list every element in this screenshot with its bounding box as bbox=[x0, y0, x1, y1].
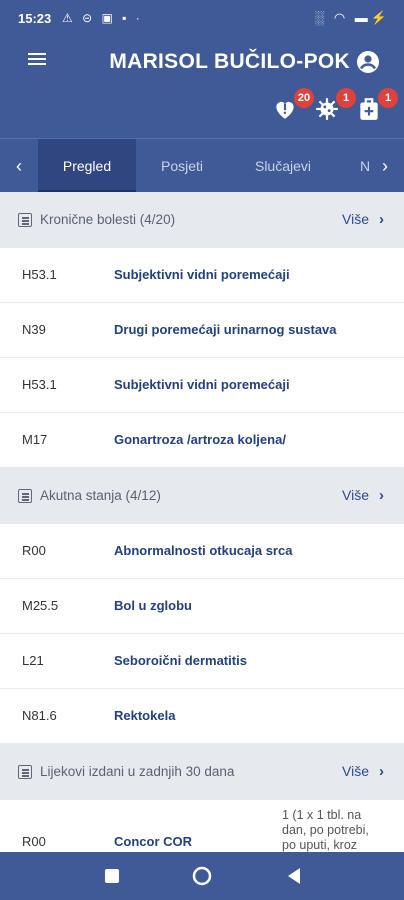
chevron-right-icon: › bbox=[379, 211, 384, 228]
medical-bag-badge: 1 bbox=[378, 88, 398, 108]
diagnosis-desc: Seboroični dermatitis bbox=[114, 653, 247, 668]
system-nav-bar bbox=[0, 852, 404, 900]
diagnosis-code: R00 bbox=[22, 543, 46, 558]
list-item[interactable]: N81.6 Rektokela bbox=[0, 689, 404, 744]
virus-icon[interactable]: 1 bbox=[314, 88, 356, 126]
chevron-right-icon: › bbox=[379, 487, 384, 504]
list-icon bbox=[18, 489, 32, 503]
more-link[interactable]: Više › bbox=[342, 487, 384, 504]
diagnosis-code: M25.5 bbox=[22, 598, 59, 613]
list-item[interactable]: M17 Gonartroza /artroza koljena/ bbox=[0, 413, 404, 468]
app-header: 15:23 ⚠ ⊝ ▣ ▪ · ░ ◠ ▬⚡ MARISOL BUČILO-PO… bbox=[0, 0, 404, 138]
more-link[interactable]: Više › bbox=[342, 211, 384, 228]
diagnosis-code: H53.1 bbox=[22, 267, 57, 282]
list-icon bbox=[18, 765, 32, 779]
list-item[interactable]: H53.1 Subjektivni vidni poremećaji bbox=[0, 248, 404, 303]
tab-scroll-right-icon[interactable]: › bbox=[370, 139, 400, 193]
virus-badge: 1 bbox=[336, 88, 356, 108]
diagnosis-code: N39 bbox=[22, 322, 46, 337]
section-header-meds: Lijekovi izdani u zadnjih 30 dana Više › bbox=[0, 744, 404, 800]
section-header-chronic: Kronične bolesti (4/20) Više › bbox=[0, 192, 404, 248]
diagnosis-desc: Abnormalnosti otkucaja srca bbox=[114, 543, 293, 558]
chevron-right-icon: › bbox=[379, 763, 384, 780]
diagnosis-desc: Drugi poremećaji urinarnog sustava bbox=[114, 322, 337, 337]
diagnosis-code: L21 bbox=[22, 653, 44, 668]
status-notification-icons: ⚠ ⊝ ▣ ▪ · bbox=[62, 11, 143, 25]
heart-alert-icon[interactable]: 20 bbox=[272, 88, 314, 126]
more-label: Više bbox=[342, 211, 369, 227]
list-item[interactable]: R00 Abnormalnosti otkucaja srca bbox=[0, 524, 404, 579]
recents-button[interactable] bbox=[100, 864, 124, 888]
diagnosis-desc: Gonartroza /artroza koljena/ bbox=[114, 432, 286, 447]
medical-bag-icon[interactable]: 1 bbox=[356, 88, 398, 126]
tab-bar: ‹ Pregled Posjeti Slučajevi N › bbox=[0, 138, 404, 193]
section-title: Lijekovi izdani u zadnjih 30 dana bbox=[40, 764, 235, 779]
status-bar: 15:23 ⚠ ⊝ ▣ ▪ · ░ ◠ ▬⚡ bbox=[0, 0, 404, 36]
tab-scroll-left-icon[interactable]: ‹ bbox=[4, 139, 34, 193]
list-icon bbox=[18, 213, 32, 227]
diagnosis-code: H53.1 bbox=[22, 377, 57, 392]
home-button[interactable] bbox=[190, 864, 214, 888]
diagnosis-desc: Subjektivni vidni poremećaji bbox=[114, 377, 290, 392]
patient-name: MARISOL BUČILO-POK bbox=[109, 50, 350, 73]
tab-partial[interactable]: N bbox=[338, 139, 370, 193]
heart-alert-badge: 20 bbox=[294, 88, 314, 108]
tab-pregled[interactable]: Pregled bbox=[38, 139, 136, 193]
list-item[interactable]: L21 Seboroični dermatitis bbox=[0, 634, 404, 689]
medication-name: Concor COR bbox=[114, 834, 192, 849]
status-time: 15:23 bbox=[18, 11, 52, 26]
tab-posjeti[interactable]: Posjeti bbox=[136, 139, 228, 193]
diagnosis-code: M17 bbox=[22, 432, 48, 447]
section-header-acute: Akutna stanja (4/12) Više › bbox=[0, 468, 404, 524]
medication-code: R00 bbox=[22, 834, 46, 849]
diagnosis-desc: Bol u zglobu bbox=[114, 598, 192, 613]
section-title: Akutna stanja (4/12) bbox=[40, 488, 161, 503]
list-item[interactable]: N39 Drugi poremećaji urinarnog sustava bbox=[0, 303, 404, 358]
overview-content: Kronične bolesti (4/20) Više › H53.1 Subje… bbox=[0, 192, 404, 870]
hamburger-menu-icon[interactable] bbox=[28, 50, 48, 70]
more-label: Više bbox=[342, 763, 369, 779]
status-system-icons: ░ ◠ ▬⚡ bbox=[315, 10, 390, 25]
account-circle-icon[interactable] bbox=[356, 50, 380, 74]
diagnosis-desc: Rektokela bbox=[114, 708, 176, 723]
diagnosis-code: N81.6 bbox=[22, 708, 57, 723]
back-button[interactable] bbox=[282, 864, 306, 888]
section-title: Kronične bolesti (4/20) bbox=[40, 212, 176, 227]
tab-slucajevi[interactable]: Slučajevi bbox=[228, 139, 338, 193]
list-item[interactable]: M25.5 Bol u zglobu bbox=[0, 579, 404, 634]
more-link[interactable]: Više › bbox=[342, 763, 384, 780]
diagnosis-desc: Subjektivni vidni poremećaji bbox=[114, 267, 290, 282]
more-label: Više bbox=[342, 487, 369, 503]
list-item[interactable]: H53.1 Subjektivni vidni poremećaji bbox=[0, 358, 404, 413]
